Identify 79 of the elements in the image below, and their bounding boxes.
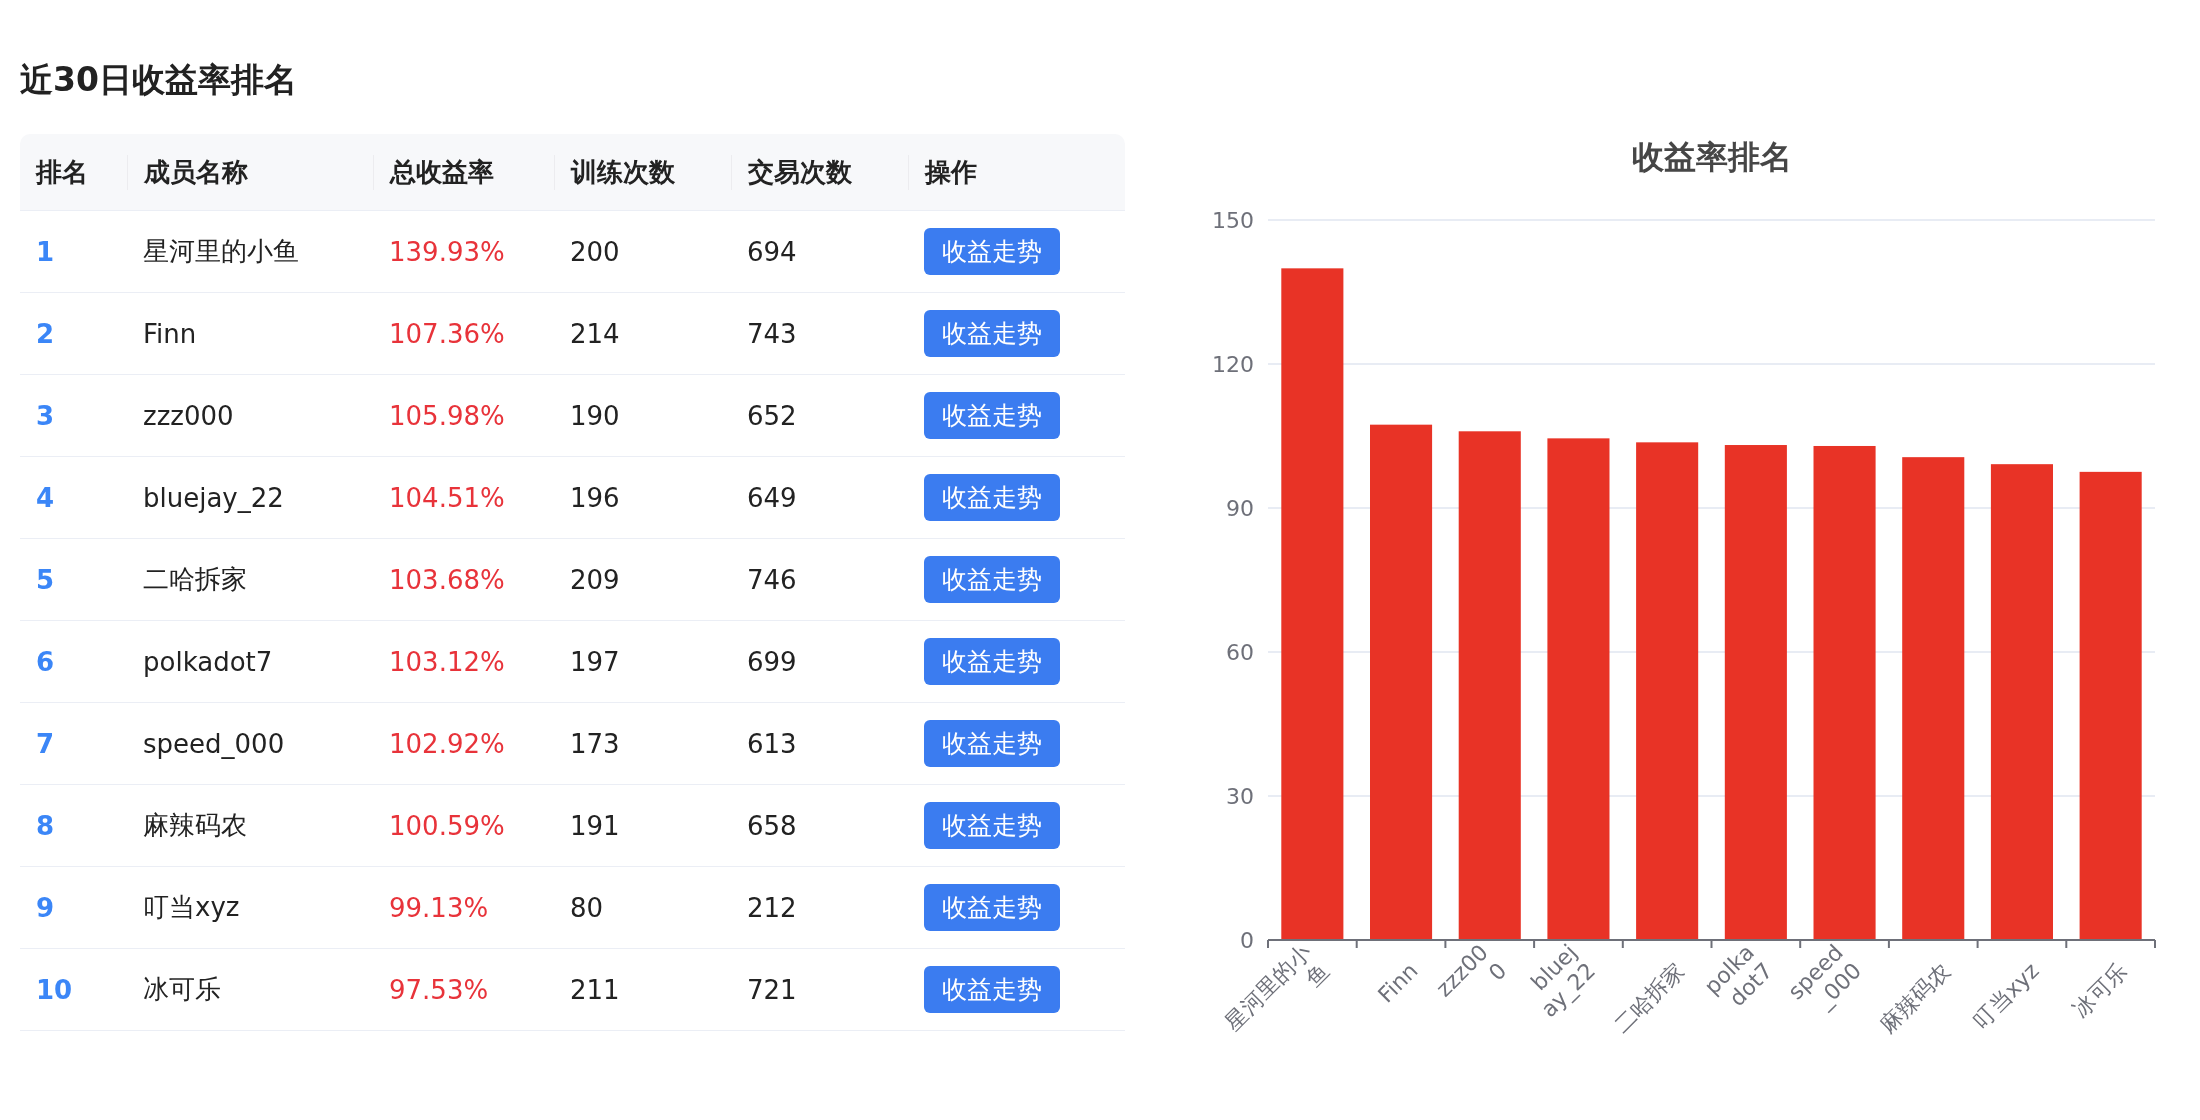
member-name-cell: Finn (143, 318, 197, 349)
trade-count-cell: 721 (747, 974, 797, 1005)
return-rate-cell: 107.36% (389, 318, 505, 349)
return-trend-button[interactable]: 收益走势 (924, 310, 1060, 357)
member-name-cell: 麻辣码农 (143, 810, 247, 840)
column-header: 总收益率 (390, 156, 494, 187)
member-name-cell: speed_000 (143, 728, 285, 759)
trade-count-cell: 649 (747, 482, 797, 513)
member-name-cell: 星河里的小鱼 (143, 236, 299, 266)
x-axis-label: 冰可乐 (2068, 958, 2133, 1023)
training-count-cell: 197 (570, 646, 620, 677)
trade-count-cell: 212 (747, 892, 797, 923)
return-trend-button[interactable]: 收益走势 (924, 720, 1060, 767)
y-axis-label: 0 (1240, 928, 1254, 953)
y-axis-label: 60 (1226, 640, 1254, 665)
section-title: 近30日收益率排名 (20, 59, 298, 101)
trade-count-cell: 746 (747, 564, 797, 595)
y-axis-label: 90 (1226, 496, 1254, 521)
y-axis-label: 120 (1212, 352, 1254, 377)
rank-cell: 3 (36, 400, 55, 431)
return-rate-cell: 105.98% (389, 400, 505, 431)
rank-cell: 9 (36, 892, 55, 923)
return-trend-button[interactable]: 收益走势 (924, 392, 1060, 439)
rank-cell: 10 (36, 974, 73, 1005)
training-count-cell: 211 (570, 974, 620, 1005)
training-count-cell: 190 (570, 400, 620, 431)
trade-count-cell: 699 (747, 646, 797, 677)
member-name-cell: polkadot7 (143, 646, 273, 677)
y-axis-label: 150 (1212, 208, 1254, 233)
rank-cell: 8 (36, 810, 55, 841)
return-rate-cell: 102.92% (389, 728, 505, 759)
rank-cell: 7 (36, 728, 55, 759)
column-header: 操作 (925, 156, 977, 187)
trade-count-cell: 658 (747, 810, 797, 841)
member-name-cell: 冰可乐 (143, 974, 221, 1004)
rank-cell: 2 (36, 318, 55, 349)
trade-count-cell: 652 (747, 400, 797, 431)
column-header: 训练次数 (571, 156, 675, 187)
training-count-cell: 200 (570, 236, 620, 267)
return-trend-button[interactable]: 收益走势 (924, 966, 1060, 1013)
training-count-cell: 214 (570, 318, 620, 349)
return-rate-cell: 100.59% (389, 810, 505, 841)
training-count-cell: 191 (570, 810, 620, 841)
return-rate-cell: 103.68% (389, 564, 505, 595)
return-rate-cell: 97.53% (389, 974, 489, 1005)
return-trend-button[interactable]: 收益走势 (924, 228, 1060, 275)
rank-cell: 5 (36, 564, 55, 595)
chart-title: 收益率排名 (1632, 138, 1792, 176)
x-axis-label: 麻辣码农 (1875, 958, 1955, 1038)
member-name-cell: bluejay_22 (143, 482, 284, 513)
trade-count-cell: 743 (747, 318, 797, 349)
column-header: 排名 (36, 156, 88, 187)
return-rate-cell: 104.51% (389, 482, 505, 513)
training-count-cell: 196 (570, 482, 620, 513)
return-trend-button[interactable]: 收益走势 (924, 474, 1060, 521)
trade-count-cell: 613 (747, 728, 797, 759)
return-trend-button[interactable]: 收益走势 (924, 638, 1060, 685)
return-rate-cell: 99.13% (389, 892, 489, 923)
x-axis-label: Finn (1373, 958, 1423, 1008)
y-axis-label: 30 (1226, 784, 1254, 809)
member-name-cell: 二哈拆家 (143, 564, 247, 594)
training-count-cell: 209 (570, 564, 620, 595)
member-name-cell: 叮当xyz (143, 892, 240, 922)
column-header: 交易次数 (748, 156, 852, 187)
return-trend-button[interactable]: 收益走势 (924, 884, 1060, 931)
trade-count-cell: 694 (747, 236, 797, 267)
x-axis-label: 二哈拆家 (1608, 958, 1689, 1038)
return-rate-cell: 103.12% (389, 646, 505, 677)
x-axis-label: 叮当xyz (1968, 958, 2044, 1034)
return-trend-button[interactable]: 收益走势 (924, 802, 1060, 849)
rank-cell: 4 (36, 482, 55, 513)
rank-cell: 1 (36, 236, 55, 267)
training-count-cell: 80 (570, 892, 604, 923)
member-name-cell: zzz000 (143, 400, 234, 431)
column-header: 成员名称 (144, 156, 248, 187)
return-rate-cell: 139.93% (389, 236, 505, 267)
training-count-cell: 173 (570, 728, 620, 759)
return-trend-button[interactable]: 收益走势 (924, 556, 1060, 603)
rank-cell: 6 (36, 646, 55, 677)
